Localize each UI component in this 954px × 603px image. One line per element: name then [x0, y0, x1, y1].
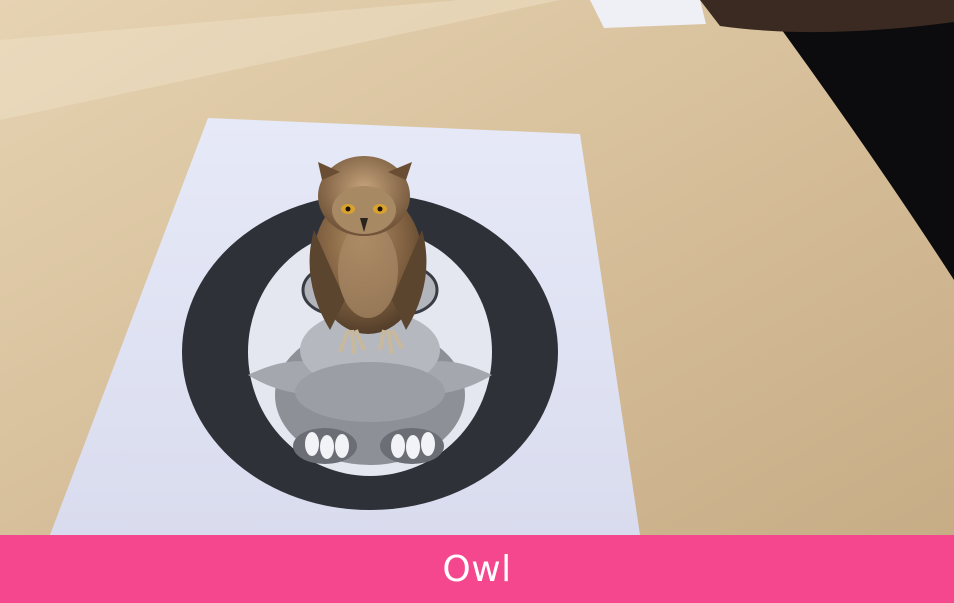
ar-viewport: Owl — [0, 0, 954, 603]
paper-corner-top — [590, 0, 706, 28]
caption-bar: Owl — [0, 535, 954, 603]
caption-text: Owl — [442, 548, 512, 590]
camera-scene — [0, 0, 954, 535]
